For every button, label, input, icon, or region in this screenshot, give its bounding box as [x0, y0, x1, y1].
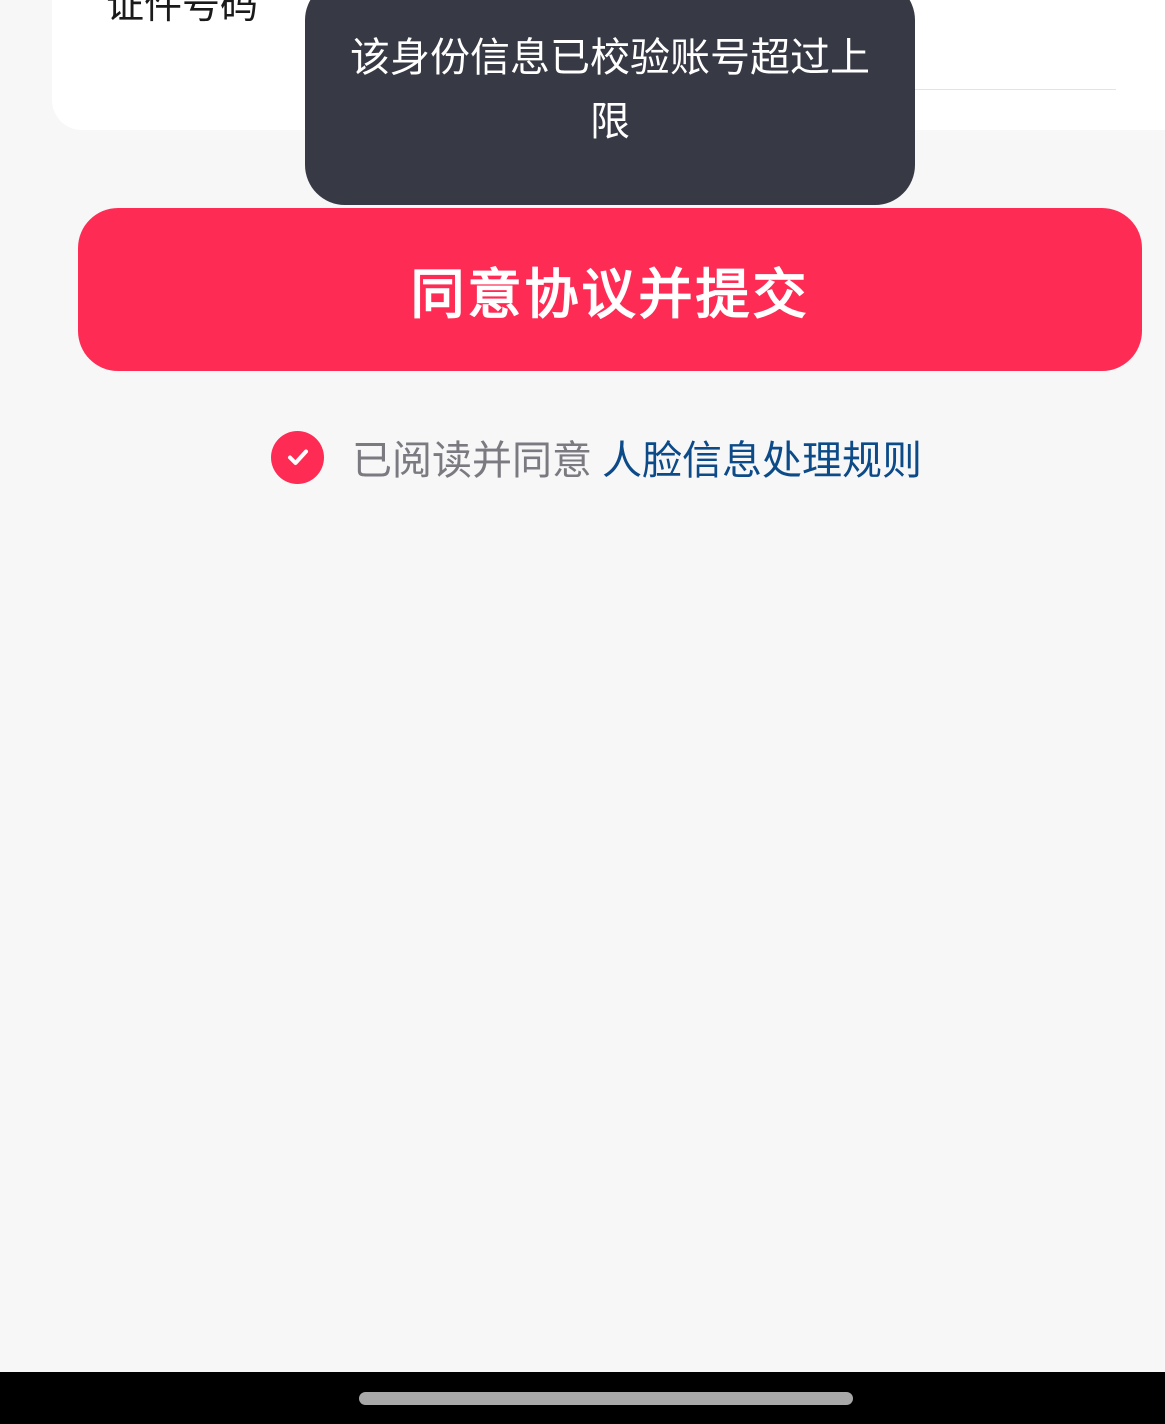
agreement-checkbox[interactable] — [271, 430, 324, 484]
agreement-prefix: 已阅读并同意 — [352, 438, 592, 484]
id-number-label: 证件号码 — [106, 0, 259, 27]
system-nav-bar — [0, 1372, 1165, 1424]
submit-button[interactable]: 同意协议并提交 — [78, 208, 1142, 371]
toast-message: 该身份信息已校验账号超过上限 — [305, 0, 915, 205]
toast-text: 该身份信息已校验账号超过上限 — [350, 35, 870, 145]
agreement-row: 已阅读并同意 人脸信息处理规则 — [271, 430, 922, 484]
home-indicator[interactable] — [359, 1392, 853, 1405]
face-info-rules-link[interactable]: 人脸信息处理规则 — [602, 428, 922, 486]
submit-button-label: 同意协议并提交 — [410, 263, 810, 326]
field-divider — [900, 89, 1116, 90]
check-circle-icon — [287, 449, 308, 465]
